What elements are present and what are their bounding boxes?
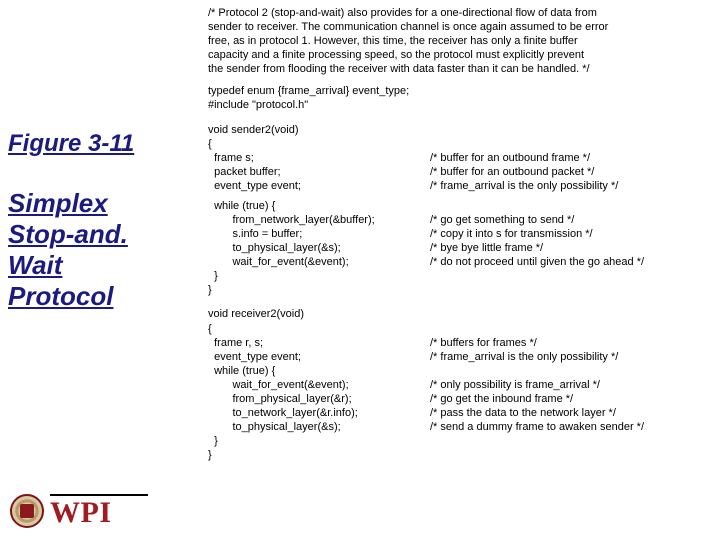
code-line: } bbox=[208, 434, 714, 448]
code-line: frame s;/* buffer for an outbound frame … bbox=[208, 151, 714, 165]
top-comment: /* Protocol 2 (stop-and-wait) also provi… bbox=[208, 6, 714, 76]
code-line: { bbox=[208, 322, 714, 336]
code-line: #include "protocol.h" bbox=[208, 98, 714, 112]
code-line: from_physical_layer(&r);/* go get the in… bbox=[208, 392, 714, 406]
figure-title-line: Simplex bbox=[8, 188, 200, 219]
code-line: typedef enum {frame_arrival} event_type; bbox=[208, 84, 714, 98]
code-line: to_physical_layer(&s);/* bye bye little … bbox=[208, 241, 714, 255]
code-listing: /* Protocol 2 (stop-and-wait) also provi… bbox=[208, 6, 714, 462]
code-line: void sender2(void) bbox=[208, 123, 714, 137]
code-line: to_physical_layer(&s);/* send a dummy fr… bbox=[208, 420, 714, 434]
figure-title-line: Wait bbox=[8, 250, 200, 281]
code-line: { bbox=[208, 137, 714, 151]
comment-line: sender to receiver. The communication ch… bbox=[208, 20, 714, 34]
code-line: s.info = buffer;/* copy it into s for tr… bbox=[208, 227, 714, 241]
sender2-function: void sender2(void) { frame s;/* buffer f… bbox=[208, 123, 714, 298]
code-line: } bbox=[208, 283, 714, 297]
figure-title-line: Protocol bbox=[8, 281, 200, 312]
code-line: event_type event;/* frame_arrival is the… bbox=[208, 179, 714, 193]
code-line: from_network_layer(&buffer);/* go get so… bbox=[208, 213, 714, 227]
code-line: void receiver2(void) bbox=[208, 307, 714, 321]
code-line: event_type event;/* frame_arrival is the… bbox=[208, 350, 714, 364]
figure-title: Simplex Stop-and. Wait Protocol bbox=[8, 188, 200, 313]
code-line: } bbox=[208, 448, 714, 462]
wpi-logo: WPI bbox=[10, 494, 148, 528]
code-line: packet buffer;/* buffer for an outbound … bbox=[208, 165, 714, 179]
figure-number: Figure 3-11 bbox=[8, 130, 200, 188]
code-line: while (true) { bbox=[208, 364, 714, 378]
wpi-text: WPI bbox=[50, 498, 148, 528]
wpi-seal-icon bbox=[10, 494, 44, 528]
code-line: wait_for_event(&event);/* do not proceed… bbox=[208, 255, 714, 269]
comment-line: the sender from flooding the receiver wi… bbox=[208, 62, 714, 76]
typedef-block: typedef enum {frame_arrival} event_type;… bbox=[208, 84, 714, 112]
comment-line: free, as in protocol 1. However, this ti… bbox=[208, 34, 714, 48]
code-line: frame r, s;/* buffers for frames */ bbox=[208, 336, 714, 350]
code-line: while (true) { bbox=[208, 199, 714, 213]
code-line: } bbox=[208, 269, 714, 283]
code-line: to_network_layer(&r.info);/* pass the da… bbox=[208, 406, 714, 420]
comment-line: capacity and a finite processing speed, … bbox=[208, 48, 714, 62]
code-line: wait_for_event(&event);/* only possibili… bbox=[208, 378, 714, 392]
receiver2-function: void receiver2(void) { frame r, s;/* buf… bbox=[208, 307, 714, 462]
comment-line: /* Protocol 2 (stop-and-wait) also provi… bbox=[208, 6, 714, 20]
figure-title-line: Stop-and. bbox=[8, 219, 200, 250]
wpi-wordmark: WPI bbox=[50, 494, 148, 528]
figure-caption-block: Figure 3-11 Simplex Stop-and. Wait Proto… bbox=[8, 130, 200, 312]
